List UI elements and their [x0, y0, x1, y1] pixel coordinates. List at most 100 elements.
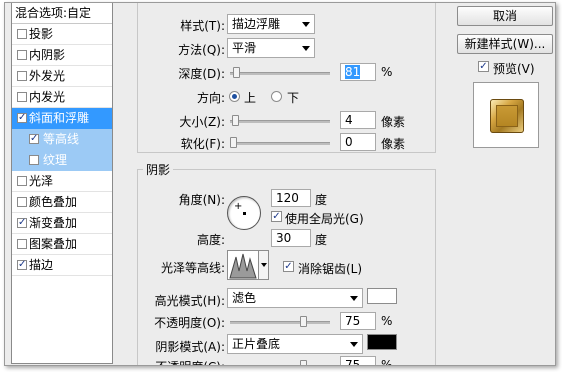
style-checkbox[interactable] [17, 50, 27, 60]
size-slider-thumb[interactable] [232, 115, 239, 126]
style-checkbox-checked[interactable]: ✓ [17, 113, 27, 123]
chevron-down-icon [261, 263, 267, 267]
style-label: 斜面和浮雕 [29, 111, 90, 125]
style-item-satin[interactable]: 光泽 [12, 171, 112, 192]
cancel-button[interactable]: 取消 [457, 6, 553, 26]
style-item-pattern-overlay[interactable]: 图案叠加 [12, 234, 112, 255]
depth-unit: % [381, 65, 393, 79]
angle-dial[interactable]: + [227, 196, 261, 230]
depth-slider[interactable] [230, 66, 330, 80]
angle-unit: 度 [315, 193, 328, 207]
chevron-down-icon [350, 296, 358, 301]
shadow-opacity-unit: % [381, 358, 393, 366]
shadow-opacity-input[interactable]: 75 [340, 356, 376, 366]
depth-slider-thumb[interactable] [233, 67, 240, 78]
style-checkbox[interactable] [17, 176, 27, 186]
style-item-inner-shadow[interactable]: 内阴影 [12, 45, 112, 66]
style-checkbox-checked[interactable]: ✓ [29, 134, 39, 144]
highlight-opacity-label: 不透明度(O): [154, 316, 225, 330]
soften-input[interactable]: 0 [340, 133, 376, 151]
style-select-value: 描边浮雕 [232, 17, 281, 31]
style-label: 样式(T): [180, 19, 225, 33]
shadow-mode-select[interactable]: 正片叠底 [227, 334, 363, 354]
style-label: 渐变叠加 [29, 216, 78, 230]
style-label: 光泽 [29, 174, 54, 188]
size-unit: 像素 [381, 115, 406, 129]
style-checkbox-checked[interactable]: ✓ [17, 218, 27, 228]
global-light-checkbox[interactable]: ✓ [271, 211, 282, 222]
soften-value: 0 [345, 135, 353, 149]
depth-label: 深度(D): [178, 67, 225, 81]
gloss-contour-label: 光泽等高线: [160, 261, 225, 275]
style-checkbox[interactable] [29, 155, 39, 165]
soften-slider[interactable] [230, 136, 330, 150]
highlight-opacity-slider-thumb[interactable] [300, 316, 307, 327]
highlight-mode-label: 高光模式(H): [154, 294, 225, 308]
shading-title: 阴影 [143, 161, 174, 178]
style-item-texture[interactable]: 纹理 [12, 150, 112, 171]
style-item-gradient-overlay[interactable]: ✓ 渐变叠加 [12, 213, 112, 234]
style-checkbox[interactable] [17, 71, 27, 81]
altitude-unit: 度 [315, 233, 328, 247]
direction-down-label: 下 [287, 91, 300, 105]
highlight-color-swatch[interactable] [367, 288, 397, 304]
highlight-mode-select[interactable]: 滤色 [227, 288, 363, 308]
soften-slider-thumb[interactable] [230, 137, 237, 148]
altitude-label: 高度: [196, 233, 225, 247]
size-value: 4 [345, 113, 353, 127]
style-label: 颜色叠加 [29, 195, 78, 209]
style-label: 投影 [29, 27, 54, 41]
direction-down-radio[interactable] [271, 91, 282, 102]
size-input[interactable]: 4 [340, 111, 376, 129]
anti-aliased-checkbox[interactable]: ✓ [283, 261, 294, 272]
size-slider[interactable] [230, 114, 330, 128]
preview-checkbox[interactable]: ✓ [478, 61, 489, 72]
soften-unit: 像素 [381, 137, 406, 151]
chevron-down-icon [350, 342, 358, 347]
angle-value: 120 [276, 191, 299, 205]
style-item-outer-glow[interactable]: 外发光 [12, 66, 112, 87]
style-checkbox[interactable] [17, 239, 27, 249]
angle-dot [243, 212, 246, 215]
style-label: 内发光 [29, 90, 66, 104]
highlight-opacity-slider[interactable] [230, 315, 330, 329]
style-checkbox[interactable] [17, 92, 27, 102]
shadow-color-swatch[interactable] [367, 334, 397, 350]
altitude-value: 30 [276, 231, 292, 245]
preview-label: 预览(V) [493, 62, 535, 76]
style-item-color-overlay[interactable]: 颜色叠加 [12, 192, 112, 213]
new-style-button[interactable]: 新建样式(W)... [457, 34, 553, 54]
direction-up-radio[interactable] [229, 91, 240, 102]
crosshair-icon: + [234, 201, 243, 212]
highlight-opacity-input[interactable]: 75 [340, 312, 376, 330]
style-item-contour[interactable]: ✓ 等高线 [12, 129, 112, 150]
technique-select-value: 平滑 [232, 41, 257, 55]
gloss-contour-dropdown[interactable] [259, 250, 269, 280]
technique-select[interactable]: 平滑 [227, 38, 315, 58]
anti-aliased-label: 消除锯齿(L) [298, 262, 363, 276]
style-checkbox[interactable] [17, 197, 27, 207]
shadow-opacity-value: 75 [345, 358, 361, 366]
style-item-stroke[interactable]: ✓ 描边 [12, 255, 112, 276]
style-item-inner-glow[interactable]: 内发光 [12, 87, 112, 108]
gloss-contour-preview[interactable] [227, 250, 259, 280]
highlight-mode-value: 滤色 [232, 291, 257, 305]
shadow-opacity-label: 不透明度(C): [145, 358, 225, 365]
style-label: 图案叠加 [29, 237, 78, 251]
style-item-drop-shadow[interactable]: 投影 [12, 24, 112, 45]
style-item-bevel-emboss[interactable]: ✓ 斜面和浮雕 [12, 108, 112, 129]
altitude-input[interactable]: 30 [271, 229, 311, 247]
style-checkbox-checked[interactable]: ✓ [17, 260, 27, 270]
shadow-opacity-slider[interactable] [230, 359, 330, 365]
style-select[interactable]: 描边浮雕 [227, 14, 315, 34]
style-preview [473, 82, 539, 148]
style-checkbox[interactable] [17, 29, 27, 39]
style-label: 等高线 [43, 132, 80, 146]
blending-options-item[interactable]: 混合选项:自定 [12, 3, 112, 24]
shadow-opacity-slider-thumb[interactable] [300, 360, 307, 365]
highlight-opacity-unit: % [381, 314, 393, 328]
angle-input[interactable]: 120 [271, 189, 311, 207]
style-label: 内阴影 [29, 48, 66, 62]
style-label: 外发光 [29, 69, 66, 83]
depth-input[interactable]: 81 [340, 63, 376, 81]
